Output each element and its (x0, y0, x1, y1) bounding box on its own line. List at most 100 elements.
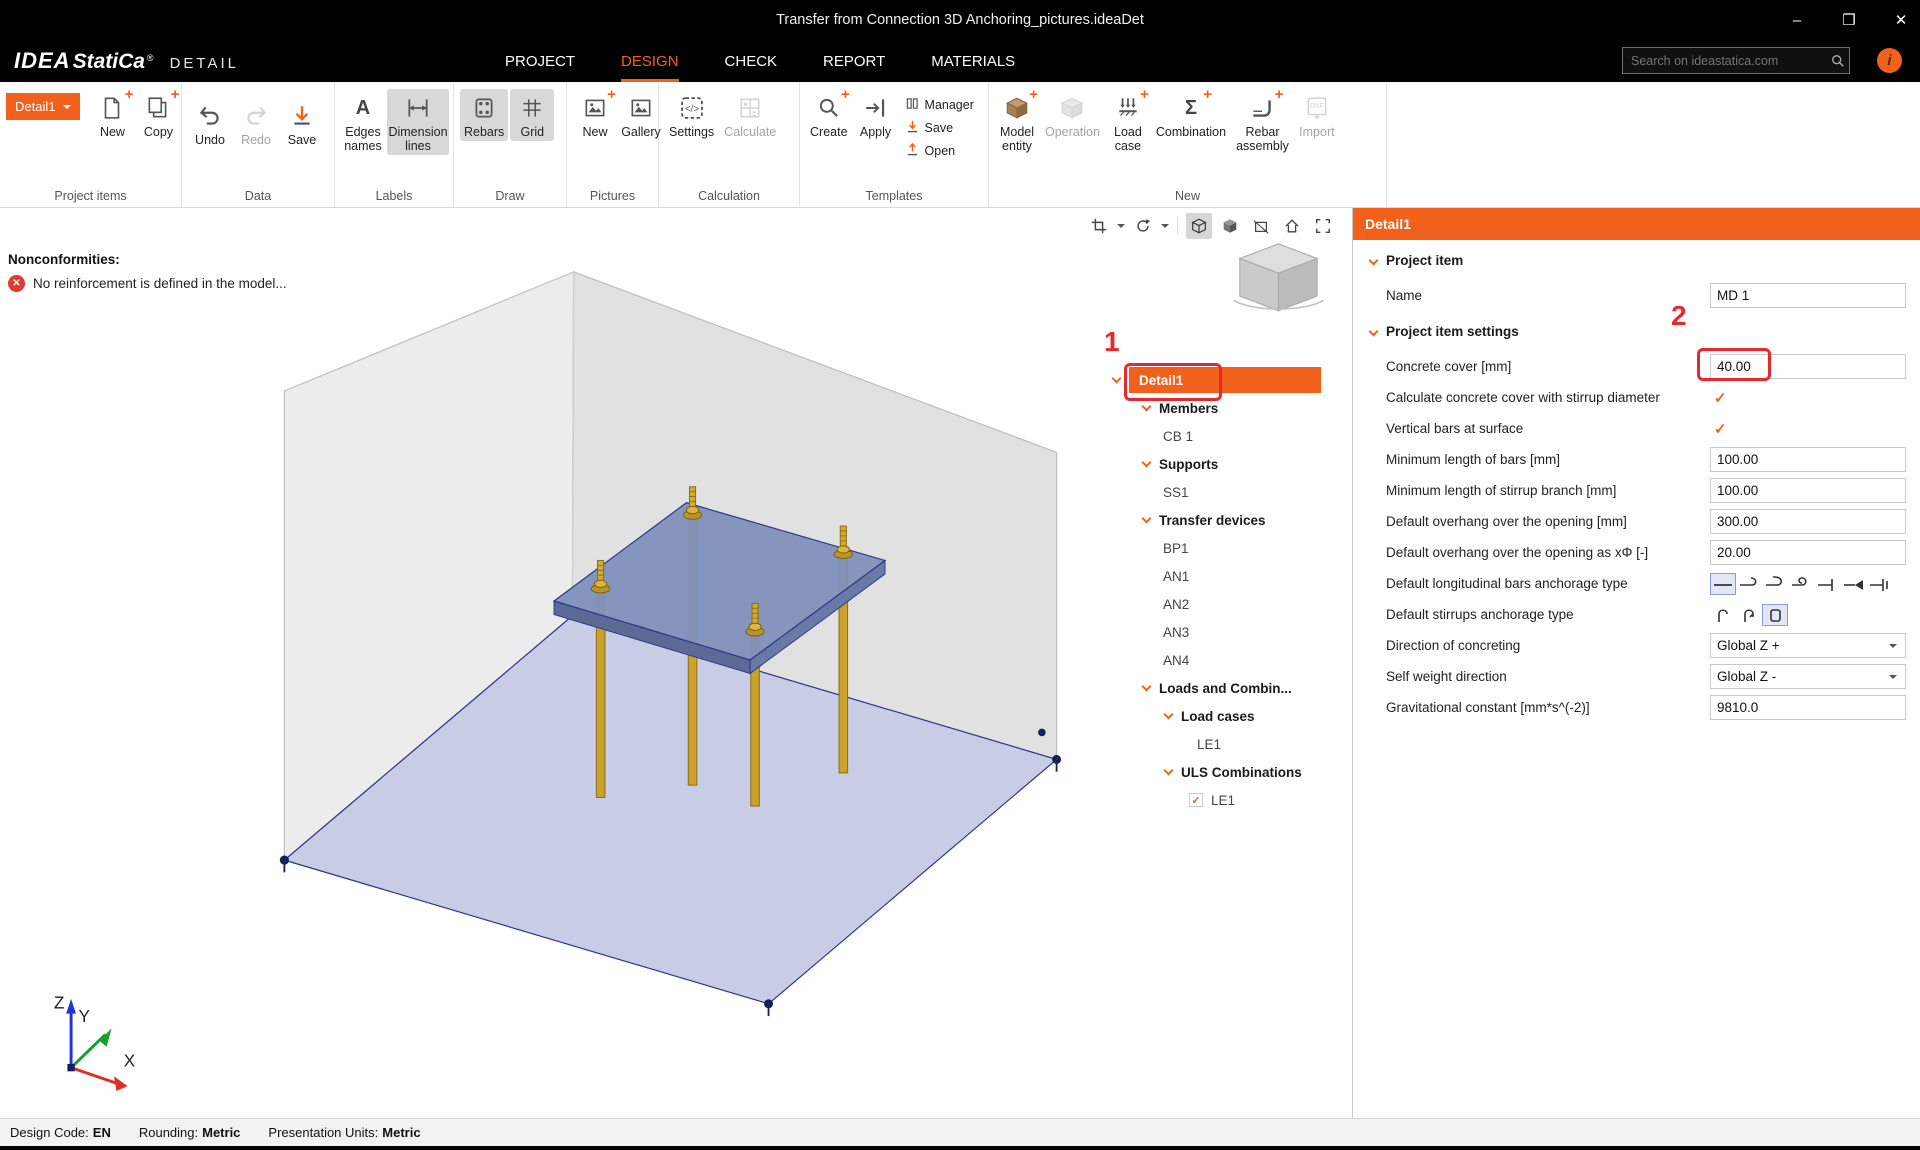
stirrup-hook-open-icon[interactable] (1710, 604, 1736, 626)
new-project-item-button[interactable]: + New (90, 89, 134, 141)
tree-item-cb1[interactable]: CB 1 (1105, 422, 1351, 450)
tree-item-bp1[interactable]: BP1 (1105, 534, 1351, 562)
tree-item-uls-combinations[interactable]: ULS Combinations (1105, 758, 1351, 786)
rebar-assembly-icon: + (1247, 93, 1277, 123)
anchorage-end-wedge-icon[interactable] (1840, 573, 1866, 595)
ribbon-group-labels: A Edges names Dimension lines Labels (335, 82, 454, 207)
self-weight-direction-select[interactable]: Global Z - (1710, 664, 1906, 689)
name-input[interactable] (1710, 283, 1906, 308)
tree-item-load-cases[interactable]: Load cases (1105, 702, 1351, 730)
tab-project[interactable]: PROJECT (505, 40, 575, 82)
tab-design[interactable]: DESIGN (621, 40, 679, 82)
annotation-marker-1: 1 (1104, 326, 1120, 358)
navigation-cube[interactable] (1221, 236, 1336, 328)
status-bar: Design Code:EN Rounding:Metric Presentat… (0, 1118, 1920, 1146)
tree-item-ss1[interactable]: SS1 (1105, 478, 1351, 506)
property-label: Minimum length of stirrup branch [mm] (1386, 483, 1710, 498)
checkbox-checked-icon[interactable]: ✓ (1714, 389, 1727, 407)
section-title: Project item (1386, 253, 1463, 268)
grid-icon (517, 93, 547, 123)
combination-button[interactable]: Σ + Combination (1152, 89, 1230, 141)
tree-item-label: AN3 (1163, 625, 1189, 640)
info-badge[interactable]: i (1877, 48, 1902, 73)
checkbox-checked-icon[interactable]: ✓ (1189, 793, 1203, 807)
anchorage-loop-icon[interactable] (1788, 573, 1814, 595)
tab-check[interactable]: CHECK (725, 40, 778, 82)
section-project-item-settings[interactable]: Project item settings (1353, 311, 1920, 351)
anchorage-end-bar-icon[interactable] (1814, 573, 1840, 595)
property-row-calc-cover: Calculate concrete cover with stirrup di… (1353, 382, 1920, 413)
tree-item-supports[interactable]: Supports (1105, 450, 1351, 478)
tree-item-an1[interactable]: AN1 (1105, 562, 1351, 590)
overhang-xphi-input[interactable] (1710, 540, 1906, 565)
maximize-button[interactable]: ❒ (1838, 11, 1860, 29)
annotation-box-detail1 (1124, 363, 1222, 401)
close-button[interactable]: ✕ (1890, 11, 1912, 29)
template-save-button[interactable]: Save (906, 120, 974, 136)
edges-names-button[interactable]: A Edges names (341, 89, 385, 155)
tree-item-an3[interactable]: AN3 (1105, 618, 1351, 646)
calculation-settings-button[interactable]: </> Settings (665, 89, 718, 141)
chevron-down-icon[interactable] (1117, 224, 1125, 232)
orbit-tool-button[interactable] (1130, 213, 1156, 239)
minimize-button[interactable]: – (1786, 12, 1808, 29)
checkbox-checked-icon[interactable]: ✓ (1714, 420, 1727, 438)
project-item-selector[interactable]: Detail1 (6, 93, 80, 120)
tree-item-loads-and-combinations[interactable]: Loads and Combin... (1105, 674, 1351, 702)
tab-report[interactable]: REPORT (823, 40, 885, 82)
template-manager-button[interactable]: Manager (906, 97, 974, 113)
dimension-lines-button[interactable]: Dimension lines (387, 89, 449, 155)
crop-tool-button[interactable] (1086, 213, 1112, 239)
template-apply-button[interactable]: Apply (854, 89, 898, 141)
tab-materials[interactable]: MATERIALS (931, 40, 1015, 82)
nonconformities-panel: Nonconformities: ✕ No reinforcement is d… (8, 252, 287, 292)
stirrup-hook-135-icon[interactable] (1736, 604, 1762, 626)
search-icon[interactable] (1827, 54, 1849, 68)
property-label: Self weight direction (1386, 669, 1710, 684)
anchorage-end-plate-icon[interactable] (1866, 573, 1892, 595)
template-create-button[interactable]: + Create (806, 89, 852, 141)
overhang-mm-input[interactable] (1710, 509, 1906, 534)
section-project-item[interactable]: Project item (1353, 240, 1920, 280)
rebars-button[interactable]: Rebars (460, 89, 508, 141)
load-case-button[interactable]: + Load case (1106, 89, 1150, 155)
tree-item-an2[interactable]: AN2 (1105, 590, 1351, 618)
property-row-min-length-bars: Minimum length of bars [mm] (1353, 444, 1920, 475)
template-open-icon (906, 143, 919, 159)
min-length-bars-input[interactable] (1710, 447, 1906, 472)
nonconformities-title: Nonconformities: (8, 252, 287, 267)
tree-item-le1-combination[interactable]: ✓ LE1 (1105, 786, 1351, 814)
app-logo: IDEA StatiCa ® DETAIL (14, 48, 239, 74)
search-input[interactable] (1623, 54, 1827, 68)
tree-item-an4[interactable]: AN4 (1105, 646, 1351, 674)
gallery-button[interactable]: Gallery (619, 89, 663, 141)
save-button[interactable]: Save (280, 97, 324, 149)
rebar-assembly-button[interactable]: + Rebar assembly (1232, 89, 1293, 155)
anchorage-straight-icon[interactable] (1710, 573, 1736, 595)
annotation-marker-2: 2 (1671, 300, 1687, 332)
direction-of-concreting-select[interactable]: Global Z + (1710, 633, 1906, 658)
chevron-down-icon (1142, 681, 1152, 691)
gravitational-constant-input[interactable] (1710, 695, 1906, 720)
undo-button[interactable]: Undo (188, 97, 232, 149)
ribbon-group-pictures: + New Gallery Pictures (567, 82, 659, 207)
new-picture-button[interactable]: + New (573, 89, 617, 141)
property-label: Default longitudinal bars anchorage type (1386, 576, 1710, 591)
project-item-selector-label: Detail1 (15, 99, 55, 114)
template-open-button[interactable]: Open (906, 143, 974, 159)
property-label: Concrete cover [mm] (1386, 359, 1710, 374)
chevron-down-icon[interactable] (1161, 224, 1169, 232)
stirrup-closed-icon[interactable] (1762, 604, 1788, 626)
ribbon-group-label: New (989, 189, 1386, 203)
axonometry-view-button[interactable] (1186, 213, 1212, 239)
model-entity-button[interactable]: + Model entity (995, 89, 1039, 155)
anchorage-hook-180-icon[interactable] (1762, 573, 1788, 595)
copy-project-item-button[interactable]: + Copy (136, 89, 180, 141)
3d-viewport[interactable]: Z Y X Nonconformities: ✕ No reinforcemen… (0, 208, 1352, 1118)
tree-item-transfer-devices[interactable]: Transfer devices (1105, 506, 1351, 534)
anchorage-hook-90-icon[interactable] (1736, 573, 1762, 595)
tree-item-le1[interactable]: LE1 (1105, 730, 1351, 758)
min-length-stirrup-input[interactable] (1710, 478, 1906, 503)
chevron-down-icon (1142, 401, 1152, 411)
grid-button[interactable]: Grid (510, 89, 554, 141)
